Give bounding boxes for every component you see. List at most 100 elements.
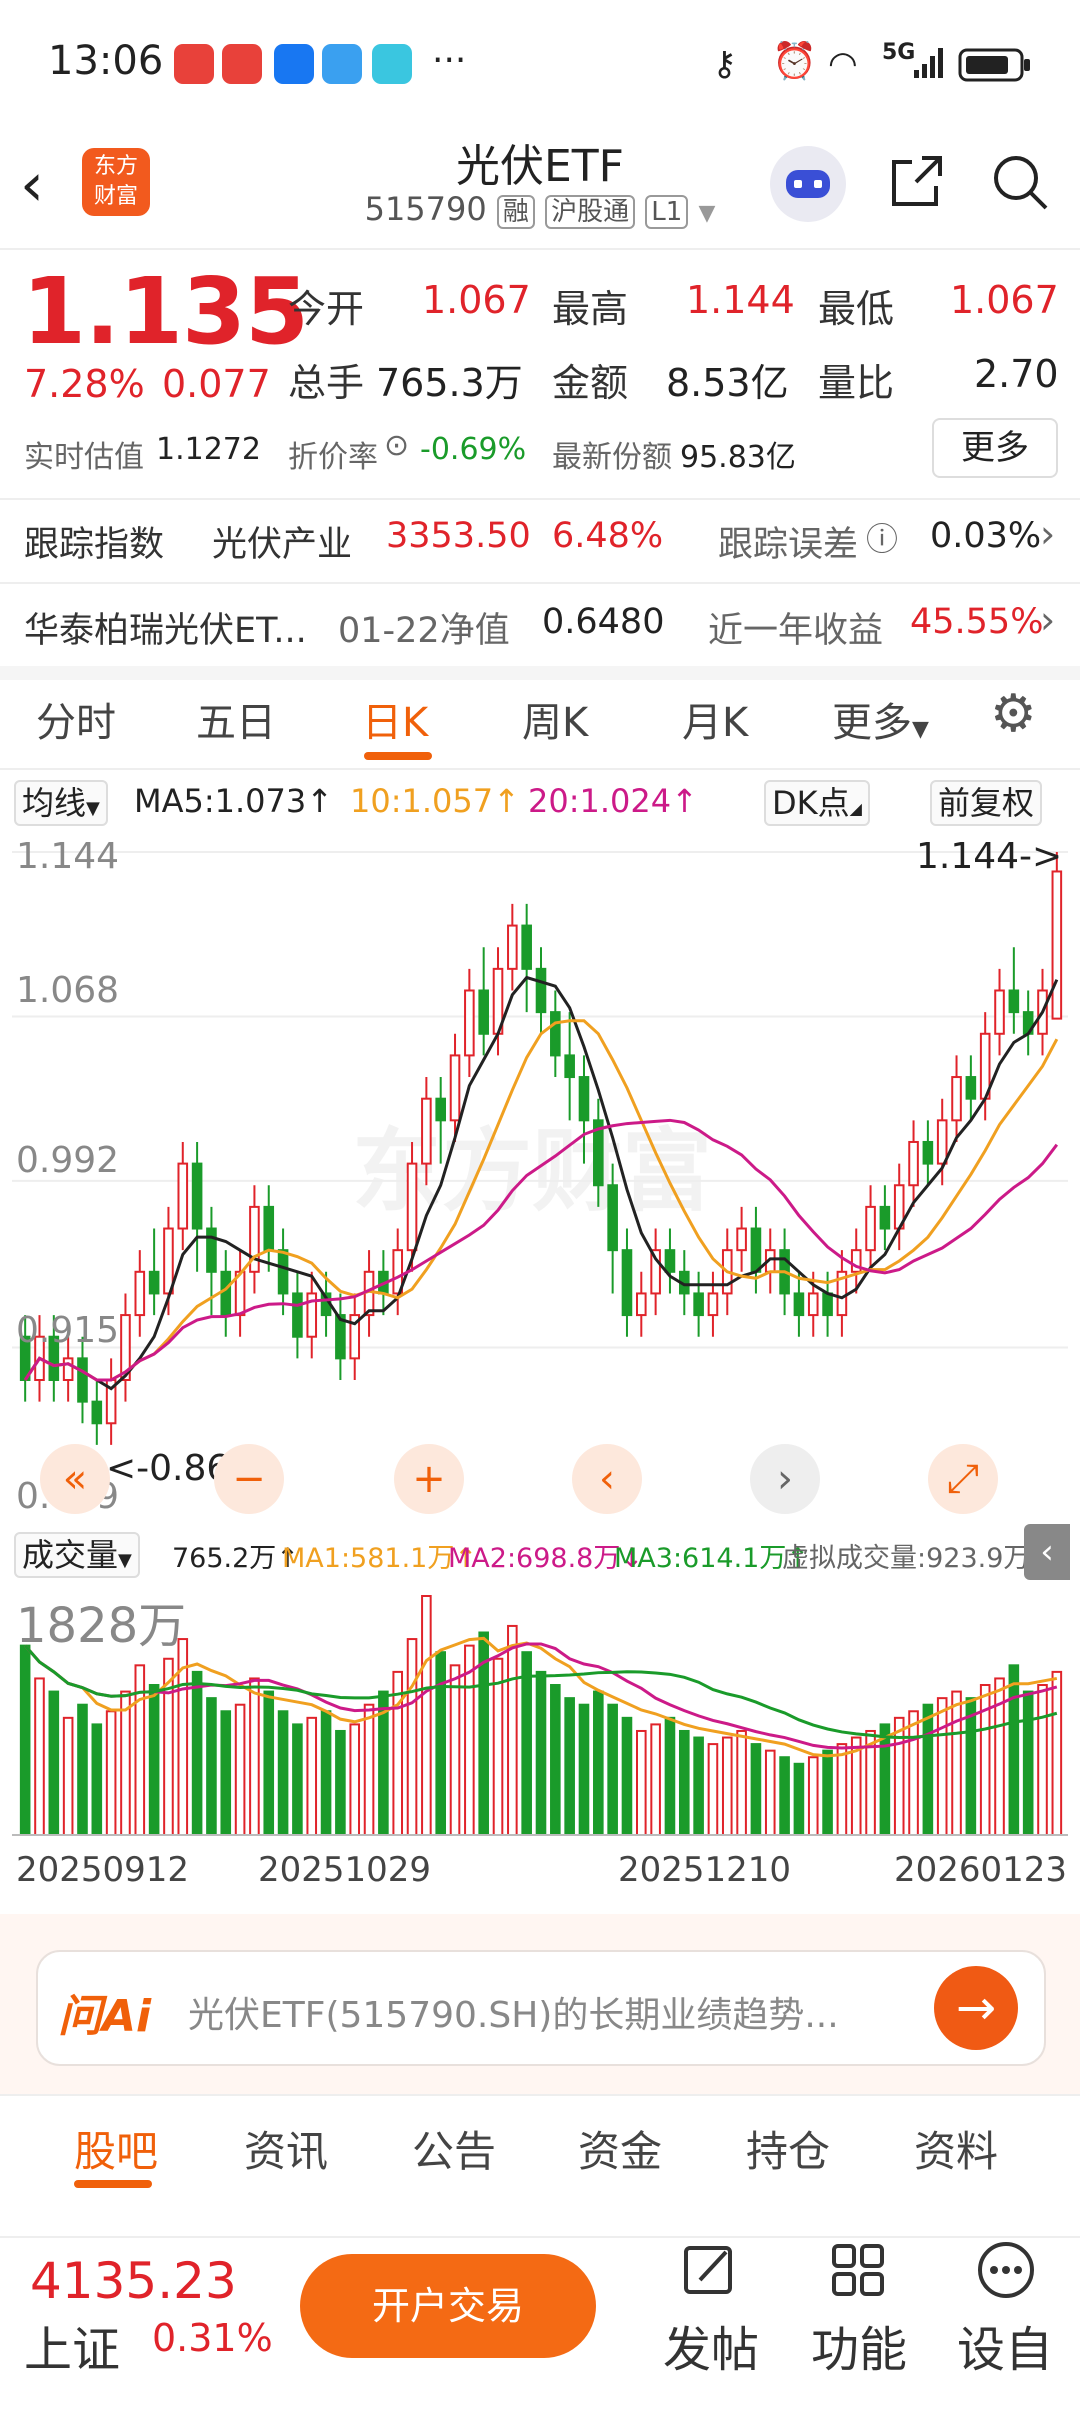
y-tick: 1.068 [16, 970, 120, 1011]
post-label[interactable]: 发帖 [656, 2310, 766, 2380]
ai-question-bar[interactable]: 问Ai 光伏ETF(515790.SH)的长期业绩趋势... → [36, 1950, 1046, 2066]
candle-body [951, 1076, 962, 1122]
ai-assistant-avatar[interactable] [770, 146, 846, 222]
candle-body [621, 1249, 633, 1317]
volume-max-label: 1828万 [16, 1598, 187, 1654]
tab-holdings[interactable]: 持仓 [746, 2118, 830, 2179]
volume-bar [19, 1644, 31, 1838]
candle-body [564, 1054, 575, 1079]
volume-ma3: MA3:614.1万↑ [614, 1543, 809, 1574]
candle-body [521, 924, 532, 970]
volume-select[interactable]: 成交量▼ [14, 1530, 140, 1578]
search-icon[interactable] [990, 152, 1050, 216]
zoom-in-icon[interactable]: + [394, 1444, 464, 1514]
volume-bar [421, 1595, 432, 1837]
volume-bar [593, 1690, 604, 1838]
status-bar: 13:06 ··· ⚷ ⏰ ◠ 5G [0, 0, 1080, 130]
custom-label[interactable]: 设自 [950, 2310, 1060, 2380]
tracking-index-row[interactable]: 跟踪指数 光伏产业 3353.50 6.48% 跟踪误差 ⓘ 0.03% › [0, 500, 1080, 582]
divider [0, 248, 1080, 250]
volume-bar [965, 1697, 977, 1837]
tab-forum[interactable]: 股吧 [74, 2118, 158, 2179]
volume-bar [1051, 1670, 1063, 1837]
change-amount: 0.077 [162, 362, 271, 406]
chevron-right-icon: › [1040, 512, 1056, 556]
more-button[interactable]: 更多 [932, 418, 1058, 478]
tab-intraday[interactable]: 分时 [36, 690, 116, 748]
dropdown-icon: ▼ [86, 798, 100, 819]
network-label: 5G [882, 40, 916, 65]
tab-profile[interactable]: 资料 [914, 2118, 998, 2179]
tab-monthly-k[interactable]: 月K [682, 690, 748, 748]
help-icon[interactable]: ⓘ [866, 514, 898, 560]
tab-news[interactable]: 资讯 [244, 2118, 328, 2179]
tab-five-day[interactable]: 五日 [196, 690, 276, 748]
amount-value: 8.53亿 [666, 361, 789, 405]
volume-bar [908, 1710, 919, 1837]
weather-icon [322, 44, 362, 84]
tab-daily-k[interactable]: 日K [362, 690, 428, 748]
indicator-select-label: 均线 [22, 784, 87, 822]
nav-value: 0.6480 [542, 602, 665, 642]
volume-value: 765.3万 [376, 361, 523, 405]
volume-bar [707, 1743, 719, 1837]
volume-bar [435, 1651, 446, 1837]
tab-funds[interactable]: 资金 [578, 2118, 662, 2179]
y-tick: 0.915 [16, 1310, 120, 1351]
tab-more[interactable]: 更多▼ [832, 690, 929, 748]
volume-current: 765.2万↑ [172, 1543, 299, 1574]
kline-svg[interactable]: 东方财富 [12, 832, 1068, 1532]
volume-bar [320, 1710, 332, 1837]
volume-bar [77, 1703, 88, 1837]
candle-body [91, 1400, 103, 1425]
volume-chart[interactable]: 1828万 [12, 1586, 1068, 1838]
volume-bar [822, 1749, 833, 1837]
candle-body [908, 1140, 919, 1187]
open-account-button[interactable]: 开户交易 [300, 2254, 596, 2358]
function-grid-icon[interactable] [818, 2240, 898, 2311]
step-left-icon[interactable]: ‹ [572, 1444, 642, 1514]
alarm-icon: ⏰ [772, 41, 817, 82]
fund-name: 华泰柏瑞光伏ET... [24, 611, 307, 651]
indicator-select[interactable]: 均线▼ [14, 778, 108, 826]
candle-body [578, 1076, 590, 1122]
settings-gear-icon[interactable]: ⚙ [990, 688, 1037, 740]
scroll-left-icon[interactable]: « [40, 1444, 110, 1514]
candle-body [1008, 989, 1020, 1014]
zoom-out-icon[interactable]: − [214, 1444, 284, 1514]
info-icon[interactable]: ⊙ [384, 428, 409, 463]
tracking-index-value: 3353.50 [386, 516, 531, 556]
post-icon[interactable] [670, 2240, 750, 2311]
kline-chart[interactable]: 东方财富 1.144 1.068 0.992 0.915 0.839 1.144… [12, 832, 1068, 1532]
adjustment-button[interactable]: 前复权 [930, 778, 1043, 826]
candle-body [220, 1270, 232, 1317]
collapse-panel-icon[interactable]: ‹ [1024, 1524, 1070, 1580]
level-tag: L1 [645, 195, 689, 229]
index-value[interactable]: 4135.23 [30, 2252, 237, 2310]
volume-bar [220, 1710, 232, 1837]
fullscreen-icon[interactable]: ⤢ [928, 1444, 998, 1514]
reader-icon [372, 44, 412, 84]
tab-weekly-k[interactable]: 周K [522, 690, 588, 748]
arrow-right-icon[interactable]: → [934, 1966, 1018, 2050]
step-right-icon[interactable]: › [750, 1444, 820, 1514]
candle-body [535, 967, 547, 1014]
dk-point-button[interactable]: DK点◢ [764, 778, 870, 826]
volume-bar [191, 1670, 203, 1837]
function-label[interactable]: 功能 [804, 2310, 914, 2380]
volume-bar [750, 1743, 762, 1837]
key-icon: ⚷ [712, 44, 737, 84]
candle-body [550, 1011, 561, 1057]
tab-announcements[interactable]: 公告 [412, 2118, 496, 2179]
candle-body [807, 1292, 819, 1317]
adjustment-label: 前复权 [930, 780, 1043, 826]
volume-bar [392, 1670, 404, 1837]
tracking-index-name: 光伏产业 [212, 525, 353, 565]
volume-bar [62, 1716, 74, 1837]
estimate-value: 1.1272 [156, 432, 261, 467]
volume-bar [578, 1703, 590, 1837]
more-dots-icon[interactable] [966, 2240, 1046, 2311]
volume-bar [636, 1729, 647, 1837]
fund-info-row[interactable]: 华泰柏瑞光伏ET... 01-22净值 0.6480 近一年收益 45.55% … [0, 584, 1080, 666]
share-icon[interactable] [886, 152, 946, 216]
